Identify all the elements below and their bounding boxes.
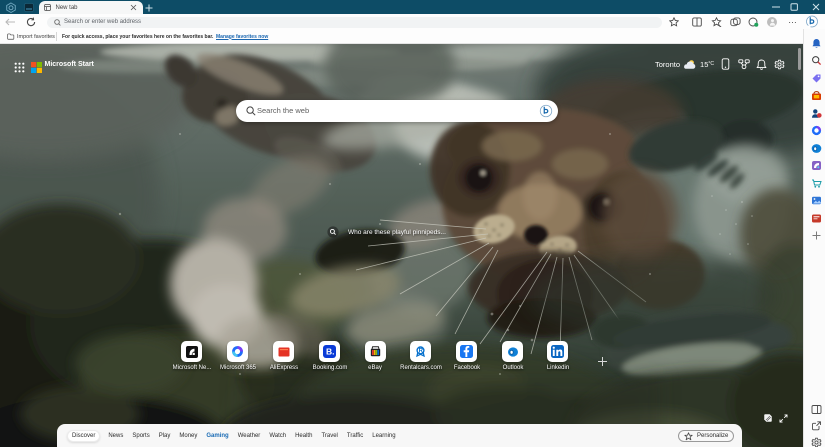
svg-text:R: R bbox=[419, 349, 424, 355]
svg-text:B.: B. bbox=[326, 347, 335, 357]
